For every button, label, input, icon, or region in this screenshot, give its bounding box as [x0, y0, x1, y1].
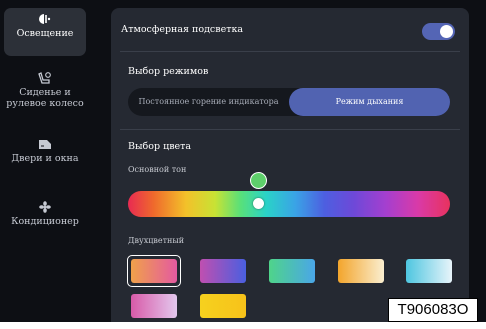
sidebar-item-label: Освещение	[16, 28, 74, 39]
base-tone-label: Основной тон	[128, 165, 187, 174]
two-tone-label: Двухцветный	[128, 236, 185, 245]
sidebar-item-label: Двери и окна	[11, 153, 79, 164]
sidebar-item-seat-steering[interactable]: Сиденье и рулевое колесо	[4, 72, 86, 116]
sidebar-item-label: Сиденье и рулевое колесо	[6, 87, 84, 109]
color-swatch-magenta-blue[interactable]	[200, 259, 246, 283]
mode-breathing-button[interactable]: Режим дыхания	[289, 88, 450, 116]
toggle-knob	[440, 25, 453, 38]
sidebar-item-doors-windows[interactable]: Двери и окна	[4, 138, 86, 178]
color-swatch-green-blue[interactable]	[269, 259, 315, 283]
screen: Освещение Сиденье и рулевое колесо Двери…	[0, 0, 486, 322]
sidebar-item-climate[interactable]: Кондиционер	[4, 201, 86, 241]
bottom-border	[0, 322, 486, 329]
lighting-panel: Атмосферная подсветка Выбор режимов Пост…	[111, 8, 469, 322]
fan-icon	[39, 201, 51, 213]
door-icon	[39, 140, 51, 149]
ambient-lighting-toggle[interactable]	[422, 23, 455, 40]
color-swatch-yellow[interactable]	[200, 294, 246, 318]
mode-selection-title: Выбор режимов	[128, 66, 209, 77]
divider	[120, 129, 460, 130]
color-selection-title: Выбор цвета	[128, 141, 192, 152]
color-swatch-cyan-white[interactable]	[406, 259, 452, 283]
color-slider-thumb[interactable]	[253, 198, 264, 209]
sidebar: Освещение Сиденье и рулевое колесо Двери…	[0, 0, 92, 322]
image-code-watermark: T906083O	[388, 298, 478, 322]
light-icon	[39, 14, 51, 24]
ambient-lighting-label: Атмосферная подсветка	[121, 24, 244, 35]
color-swatch-orange-pink[interactable]	[131, 259, 177, 283]
sidebar-item-label: Кондиционер	[11, 216, 79, 227]
seat-icon	[38, 72, 51, 84]
color-spectrum-slider[interactable]	[128, 191, 450, 217]
color-swatch-orange-cream[interactable]	[338, 259, 384, 283]
mode-constant-button[interactable]: Постоянное горение индикатора	[128, 88, 289, 116]
divider	[120, 51, 460, 52]
color-swatch-pink-purple[interactable]	[131, 294, 177, 318]
mode-segmented-control: Постоянное горение индикатора Режим дыха…	[128, 88, 450, 116]
selected-color-preview	[250, 172, 267, 189]
sidebar-item-lighting[interactable]: Освещение	[4, 8, 86, 56]
